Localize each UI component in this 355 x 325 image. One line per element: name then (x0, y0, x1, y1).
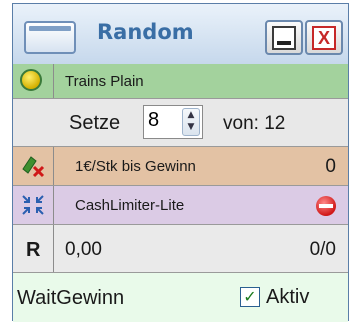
title-bar[interactable]: Random X (13, 4, 348, 65)
row-divider (53, 64, 54, 98)
stepper-down-icon[interactable]: ▼ (183, 121, 199, 133)
bet-row: Setze 8 ▲ ▼ von: 12 (13, 99, 348, 147)
wait-row: WaitGewinn ✓ Aktiv (13, 273, 348, 322)
minimize-button[interactable] (265, 20, 303, 55)
compress-arrows-icon[interactable] (20, 193, 46, 217)
strategy-row[interactable]: Trains Plain (13, 64, 348, 99)
row-divider (53, 147, 54, 185)
bet-label: Setze (69, 112, 121, 134)
minimize-icon (272, 25, 296, 50)
strategy-label: Trains Plain (65, 73, 144, 90)
stepper-arrows[interactable]: ▲ ▼ (182, 108, 200, 136)
row-divider (53, 186, 54, 224)
stepper-up-icon[interactable]: ▲ (183, 109, 199, 121)
result-badge: R (26, 239, 41, 261)
limiter-row[interactable]: CashLimiter-Lite (13, 186, 348, 225)
close-button[interactable]: X (305, 20, 343, 55)
bet-value[interactable]: 8 (148, 109, 159, 132)
row-divider (53, 225, 54, 272)
window-title: Random (97, 20, 194, 44)
progression-row[interactable]: 1€/Stk bis Gewinn 0 (13, 147, 348, 186)
result-amount: 0,00 (65, 239, 102, 260)
result-row: R 0,00 0/0 (13, 225, 348, 273)
chip-cross-icon[interactable] (19, 153, 47, 179)
aktiv-checkbox[interactable]: ✓ (240, 287, 260, 307)
progression-value: 0 (325, 156, 336, 177)
red-stop-icon[interactable] (316, 196, 336, 216)
bet-stepper[interactable]: 8 ▲ ▼ (143, 105, 203, 139)
wait-label: WaitGewinn (17, 287, 125, 309)
window-icon[interactable] (24, 21, 76, 54)
limiter-label: CashLimiter-Lite (75, 197, 185, 214)
yellow-dot-icon[interactable] (20, 69, 42, 91)
aktiv-label[interactable]: Aktiv (266, 286, 309, 309)
bet-of-label: von: 12 (223, 113, 286, 134)
progression-label: 1€/Stk bis Gewinn (75, 158, 196, 175)
result-ratio: 0/0 (309, 239, 336, 260)
close-icon: X (312, 25, 336, 50)
random-window: Random X Trains Plain Setze 8 ▲ ▼ von: 1… (12, 3, 349, 322)
